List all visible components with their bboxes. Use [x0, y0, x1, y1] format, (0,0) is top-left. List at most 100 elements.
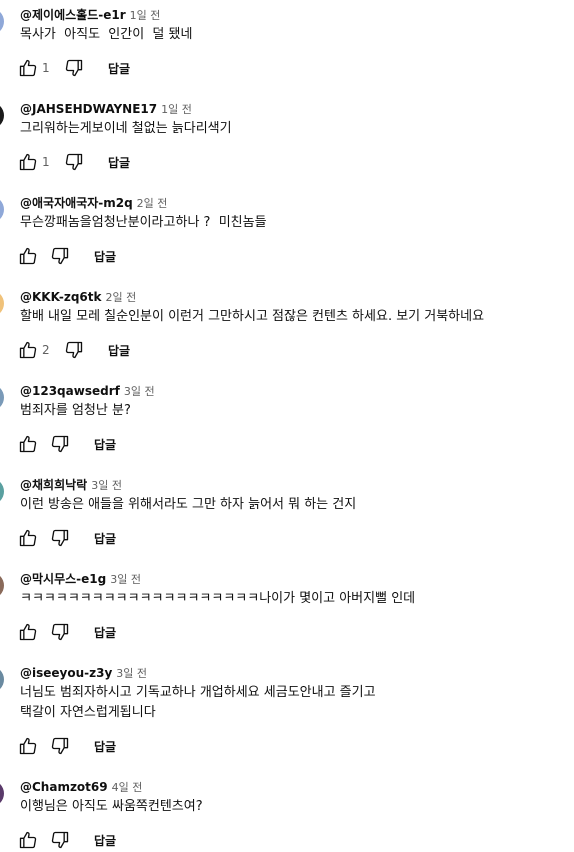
dislike-button[interactable] — [48, 244, 72, 268]
comment-header: @막시무스-e1g 3일 전 — [20, 568, 141, 588]
avatar[interactable] — [0, 384, 4, 411]
comment-time[interactable]: 2일 전 — [105, 291, 136, 304]
comment-header: @123qawsedrf 3일 전 — [20, 380, 155, 400]
thumbs-down-icon — [51, 831, 69, 849]
dislike-button[interactable] — [62, 56, 86, 80]
like-button[interactable] — [16, 432, 40, 456]
comment-time[interactable]: 4일 전 — [112, 781, 143, 794]
comment-text: 무슨깡패놈을엄청난분이라고하나 ? 미친놈들 — [20, 215, 267, 230]
like-count: 1 — [42, 155, 50, 169]
reply-button[interactable]: 답글 — [108, 60, 130, 77]
comment-actions: 1 답글 — [16, 150, 130, 174]
comment-time[interactable]: 1일 전 — [130, 9, 161, 22]
like-button[interactable] — [16, 56, 40, 80]
reply-button[interactable]: 답글 — [94, 530, 116, 547]
thumbs-down-icon — [51, 247, 69, 265]
comment-header: @채희희낙락 3일 전 — [20, 474, 122, 494]
comment-author[interactable]: @KKK-zq6tk — [20, 290, 101, 304]
comment-header: @KKK-zq6tk 2일 전 — [20, 286, 136, 306]
comment-header: @애국자애국자-m2q 2일 전 — [20, 192, 167, 212]
thumbs-up-icon — [19, 435, 37, 453]
like-button[interactable] — [16, 620, 40, 644]
avatar[interactable] — [0, 666, 4, 693]
dislike-button[interactable] — [62, 150, 86, 174]
like-button[interactable] — [16, 150, 40, 174]
reply-button[interactable]: 답글 — [94, 738, 116, 755]
comment-actions: 답글 — [16, 526, 116, 550]
comment-author[interactable]: @제이에스홀드-e1r — [20, 8, 126, 22]
comment-actions: 답글 — [16, 828, 116, 852]
avatar[interactable] — [0, 8, 4, 35]
comment-text: 이런 방송은 애들을 위해서라도 그만 하자 늙어서 뭐 하는 건지 — [20, 497, 357, 512]
dislike-button[interactable] — [48, 432, 72, 456]
avatar[interactable] — [0, 780, 4, 807]
thumbs-down-icon — [51, 737, 69, 755]
comment-author[interactable]: @Chamzot69 — [20, 780, 108, 794]
avatar[interactable] — [0, 290, 4, 317]
thumbs-down-icon — [65, 153, 83, 171]
comment-actions: 답글 — [16, 244, 116, 268]
dislike-button[interactable] — [48, 526, 72, 550]
thumbs-down-icon — [65, 59, 83, 77]
thumbs-down-icon — [51, 435, 69, 453]
comment-text: 범죄자를 엄청난 분? — [20, 403, 131, 418]
thumbs-up-icon — [19, 831, 37, 849]
thumbs-down-icon — [65, 341, 83, 359]
comment-text: 이행님은 아직도 싸움쪽컨텐츠여? — [20, 799, 203, 814]
like-button[interactable] — [16, 734, 40, 758]
comment-header: @JAHSEHDWAYNE17 1일 전 — [20, 98, 192, 118]
comment-header: @iseeyou-z3y 3일 전 — [20, 662, 147, 682]
comment-actions: 답글 — [16, 432, 116, 456]
reply-button[interactable]: 답글 — [94, 436, 116, 453]
avatar[interactable] — [0, 572, 4, 599]
reply-button[interactable]: 답글 — [94, 248, 116, 265]
comment-actions: 답글 — [16, 620, 116, 644]
comment-text: ㅋㅋㅋㅋㅋㅋㅋㅋㅋㅋㅋㅋㅋㅋㅋㅋㅋㅋㅋㅋ나이가 몇이고 아버지뻘 인데 — [20, 591, 416, 606]
avatar[interactable] — [0, 102, 4, 129]
comment-actions: 답글 — [16, 734, 116, 758]
comment-time[interactable]: 3일 전 — [91, 479, 122, 492]
dislike-button[interactable] — [48, 620, 72, 644]
comment-actions: 2 답글 — [16, 338, 130, 362]
dislike-button[interactable] — [48, 828, 72, 852]
comment-time[interactable]: 3일 전 — [110, 573, 141, 586]
comment-time[interactable]: 3일 전 — [124, 385, 155, 398]
like-button[interactable] — [16, 338, 40, 362]
like-button[interactable] — [16, 244, 40, 268]
like-button[interactable] — [16, 526, 40, 550]
comment-author[interactable]: @애국자애국자-m2q — [20, 196, 133, 210]
thumbs-up-icon — [19, 737, 37, 755]
comment-time[interactable]: 3일 전 — [116, 667, 147, 680]
comment-time[interactable]: 2일 전 — [137, 197, 168, 210]
comment-text: 할배 내일 모레 칠순인분이 이런거 그만하시고 점잖은 컨텐츠 하세요. 보기… — [20, 309, 485, 324]
comment-author[interactable]: @JAHSEHDWAYNE17 — [20, 102, 157, 116]
reply-button[interactable]: 답글 — [94, 832, 116, 849]
dislike-button[interactable] — [48, 734, 72, 758]
comment-author[interactable]: @막시무스-e1g — [20, 572, 106, 586]
like-button[interactable] — [16, 828, 40, 852]
thumbs-up-icon — [19, 623, 37, 641]
thumbs-up-icon — [19, 247, 37, 265]
comment-text: 목사가 아직도 인간이 덜 됐네 — [20, 27, 193, 42]
thumbs-up-icon — [19, 529, 37, 547]
avatar[interactable] — [0, 478, 4, 505]
comment-author[interactable]: @iseeyou-z3y — [20, 666, 112, 680]
comment-header: @제이에스홀드-e1r 1일 전 — [20, 4, 160, 24]
thumbs-up-icon — [19, 59, 37, 77]
comment-text: 그리워하는게보이네 철없는 늙다리색기 — [20, 121, 232, 136]
thumbs-up-icon — [19, 341, 37, 359]
reply-button[interactable]: 답글 — [94, 624, 116, 641]
comment-author[interactable]: @123qawsedrf — [20, 384, 120, 398]
thumbs-down-icon — [51, 623, 69, 641]
reply-button[interactable]: 답글 — [108, 154, 130, 171]
like-count: 1 — [42, 61, 50, 75]
dislike-button[interactable] — [62, 338, 86, 362]
thumbs-down-icon — [51, 529, 69, 547]
comment-text: 너님도 범죄자하시고 기독교하나 개업하세요 세금도안내고 즐기고 택갈이 자연… — [20, 685, 376, 720]
comment-author[interactable]: @채희희낙락 — [20, 478, 87, 492]
reply-button[interactable]: 답글 — [108, 342, 130, 359]
comment-header: @Chamzot69 4일 전 — [20, 776, 142, 796]
thumbs-up-icon — [19, 153, 37, 171]
comment-time[interactable]: 1일 전 — [161, 103, 192, 116]
avatar[interactable] — [0, 196, 4, 223]
